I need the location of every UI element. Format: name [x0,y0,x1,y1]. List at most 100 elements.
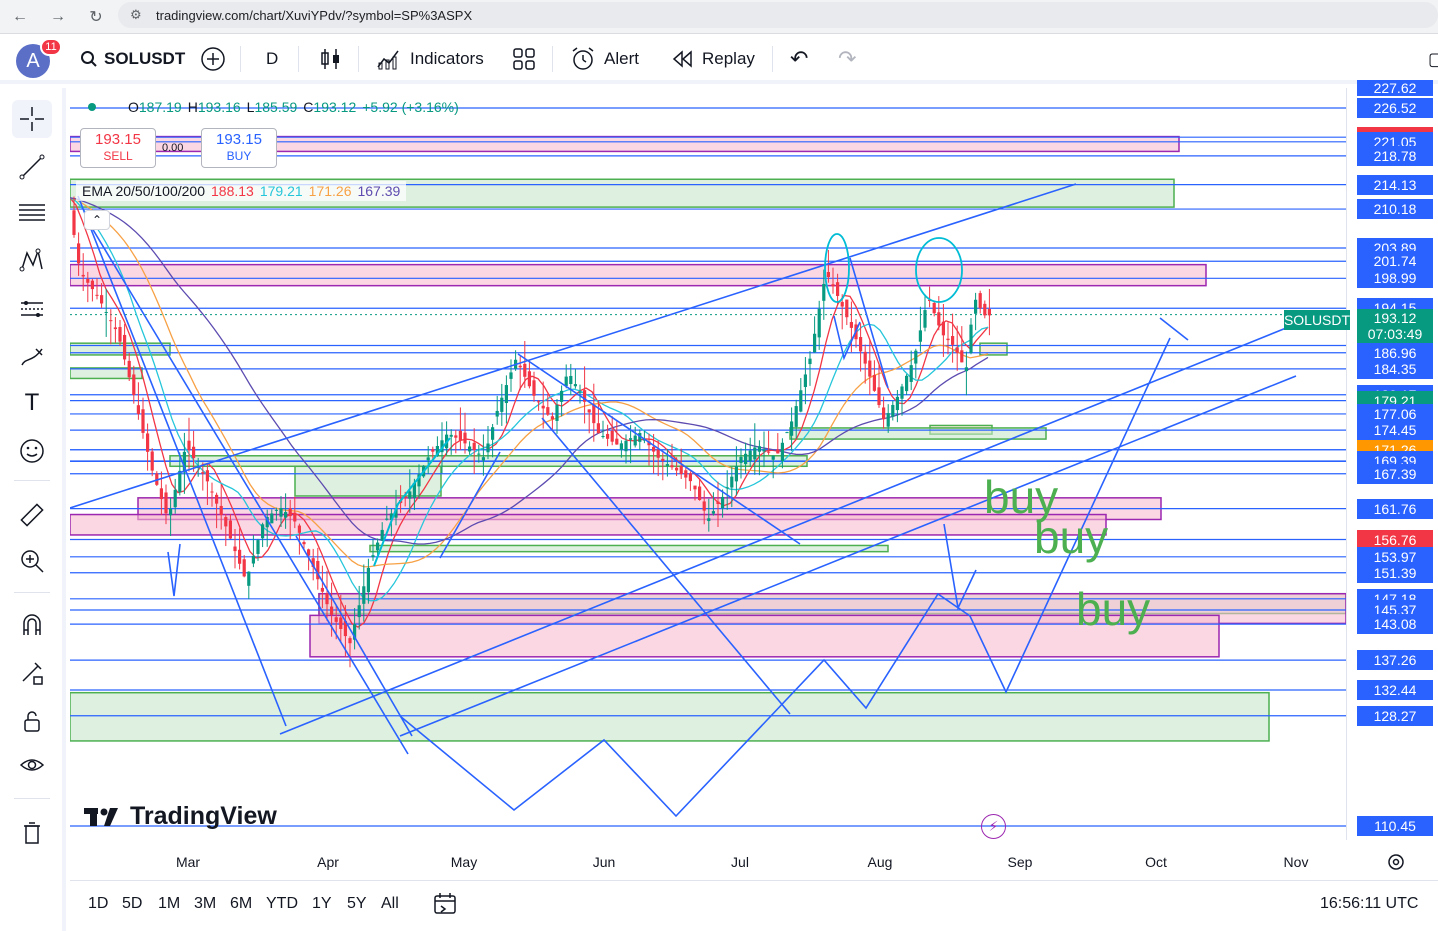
forecast-icon[interactable] [12,290,52,328]
indicators-button[interactable]: Indicators [376,44,484,74]
compare-symbol-button[interactable] [200,44,226,74]
avatar-letter: A [26,49,40,72]
candle-body [560,390,564,402]
settings-gear-icon[interactable] [1384,850,1408,874]
chevron-up-icon[interactable]: ⌃ [84,210,110,230]
price-scale[interactable]: 227.62 226.52221.80221.05218.78214.13210… [1346,80,1438,840]
candle-body [141,409,145,433]
price-zone [70,263,1207,287]
price-tick-label: 151.39 [1357,562,1433,583]
candle-body [748,450,752,461]
horizontal-lines-icon[interactable] [12,194,52,232]
notification-badge[interactable]: 11 [40,38,62,56]
candle-body [629,438,633,440]
ruler-icon[interactable] [12,496,52,534]
replay-button[interactable]: Replay [672,44,755,74]
candle-body [449,434,453,437]
window-icon[interactable]: ▢ [1428,44,1438,74]
candle-body [592,404,596,424]
utc-clock[interactable]: 16:56:11 UTC [1320,895,1418,913]
candle-body [81,274,85,277]
sell-button[interactable]: 193.15 SELL [80,128,156,168]
toolbar-divider [240,46,241,72]
indicators-label: Indicators [410,49,484,68]
browser-bar: ← → ↻ ⚙ tradingview.com/chart/XuviYPdv/?… [0,0,1438,34]
candle-body [357,605,361,618]
candle-body [458,430,462,441]
pencil-lock-icon[interactable] [12,654,52,692]
range-button[interactable]: All [381,895,399,913]
time-axis-label: May [450,854,478,870]
range-button[interactable]: 3M [194,895,216,913]
ema-legend[interactable]: EMA 20/50/100/200 188.13 179.21 171.26 1… [76,181,407,201]
price-tick-label: 137.26 [1357,650,1433,671]
range-button[interactable]: 5Y [347,895,367,913]
candle-body [270,513,274,524]
candle-body [477,453,481,455]
lock-icon[interactable] [12,702,52,740]
candle-body [734,465,738,482]
alert-button[interactable]: Alert [570,44,639,74]
eye-icon[interactable] [12,746,52,784]
range-button[interactable]: 1M [158,895,180,913]
tradingview-logo[interactable]: TradingView [84,802,277,831]
interval-button[interactable]: D [266,44,278,74]
site-settings-icon[interactable]: ⚙ [130,7,142,23]
pattern-icon[interactable] [12,242,52,280]
candle-body [868,360,872,377]
candle-body [348,638,352,644]
candle-body [826,272,830,277]
emoji-icon[interactable] [12,432,52,470]
toolbar-divider [552,46,553,72]
candle-body [118,327,122,342]
range-button[interactable]: 1D [88,895,108,913]
candle-body [725,487,729,489]
arrow-right-icon[interactable]: → [44,5,72,29]
redo-icon[interactable]: ↷ [838,44,856,74]
undo-icon[interactable]: ↶ [790,44,808,74]
time-axis[interactable]: Mar Apr May Jun Jul Aug Sep Oct Nov [70,840,1346,880]
current-price-tag[interactable]: 193.12 07:03:49 [1357,309,1433,343]
zoom-in-icon[interactable] [12,542,52,580]
candle-body [77,243,81,264]
candle-body [711,511,715,514]
crosshair-icon[interactable] [12,100,52,138]
calendar-goto-icon[interactable] [432,891,460,919]
bottom-toolbar: 16:56:11 UTC 1D 5D 1M 3M 6M YTD 1Y 5Y All [70,880,1438,931]
spread-value: 0.00 [162,142,184,154]
trend-line [1159,317,1189,341]
candle-body [573,384,577,387]
chart-type-button[interactable] [320,44,342,74]
candle-body [610,430,614,442]
address-bar[interactable]: ⚙ tradingview.com/chart/XuviYPdv/?symbol… [118,2,1438,28]
arrow-left-icon[interactable]: ← [6,5,34,29]
candle-body [481,457,485,461]
candle-body [495,410,499,417]
high-value: 193.16 [197,99,241,115]
lightning-icon[interactable]: ⚡ [981,814,1006,839]
sell-price: 193.15 [95,131,141,148]
trash-icon[interactable] [12,814,52,852]
brush-icon[interactable] [12,338,52,376]
buy-price: 193.15 [216,131,262,148]
range-button[interactable]: 6M [230,895,252,913]
text-icon[interactable]: T [12,384,52,422]
buy-button[interactable]: 193.15 BUY [201,128,277,168]
high-group: H193.16 [188,99,241,115]
trend-line-icon[interactable] [12,148,52,186]
candle-body [136,405,140,414]
magnet-icon[interactable] [12,606,52,644]
layout-button[interactable] [512,44,536,74]
reload-icon[interactable]: ↻ [82,5,110,29]
candle-body [454,435,458,438]
candle-body [817,308,821,338]
candle-body [877,387,881,406]
low-group: L185.59 [247,99,298,115]
symbol-search-button[interactable]: SOLUSDT [80,44,185,74]
alarm-clock-icon [572,47,594,70]
candle-body [601,435,605,438]
range-button[interactable]: 5D [122,895,142,913]
range-button[interactable]: YTD [266,895,298,913]
candle-body [532,380,536,396]
range-button[interactable]: 1Y [312,895,332,913]
